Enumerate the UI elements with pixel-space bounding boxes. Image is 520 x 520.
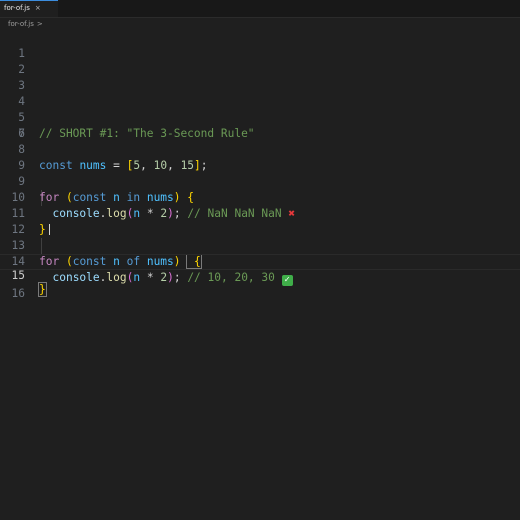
tab-filename: for-of.js [4, 4, 30, 12]
code-line: 16 [0, 270, 520, 300]
tab-for-of-js[interactable]: for-of.js × [0, 0, 58, 17]
breadcrumb-separator: > [36, 20, 43, 28]
breadcrumb: for-of.js > [8, 18, 43, 30]
line-number: 7 [18, 127, 25, 140]
code-line: 9 [0, 142, 520, 172]
code-line: 1 [0, 30, 520, 60]
code-line: 8 const nums = [5, 10, 15]; [0, 126, 520, 172]
breadcrumb-file[interactable]: for-of.js [8, 20, 34, 28]
code-line: 3 [0, 62, 520, 92]
code-line: 14 console.log(n * 2); // 10, 20, 30 ✓ [0, 238, 520, 286]
code-line: 11 } [0, 190, 520, 236]
code-line: 9 for (const n in nums) { [0, 158, 520, 204]
code-line: 5 [0, 94, 520, 124]
tab-bar: for-of.js × [0, 0, 520, 18]
code-line: 7 [0, 110, 520, 140]
code-line: 4 [0, 78, 520, 108]
code-line: 12 [0, 206, 520, 236]
code-line: 2 [0, 46, 520, 76]
code-line-current: 15 } [0, 254, 520, 297]
code-line: 10 console.log(n * 2); // NaN NaN NaN ✖ [0, 174, 520, 220]
code-editor[interactable]: 1 2 3 4 5 6 // SHORT #1: "The 3-Second R… [0, 30, 520, 520]
code-line: 13 for (const n of nums) { [0, 222, 520, 269]
line-number: 16 [11, 287, 25, 300]
close-tab-icon[interactable]: × [35, 4, 41, 12]
